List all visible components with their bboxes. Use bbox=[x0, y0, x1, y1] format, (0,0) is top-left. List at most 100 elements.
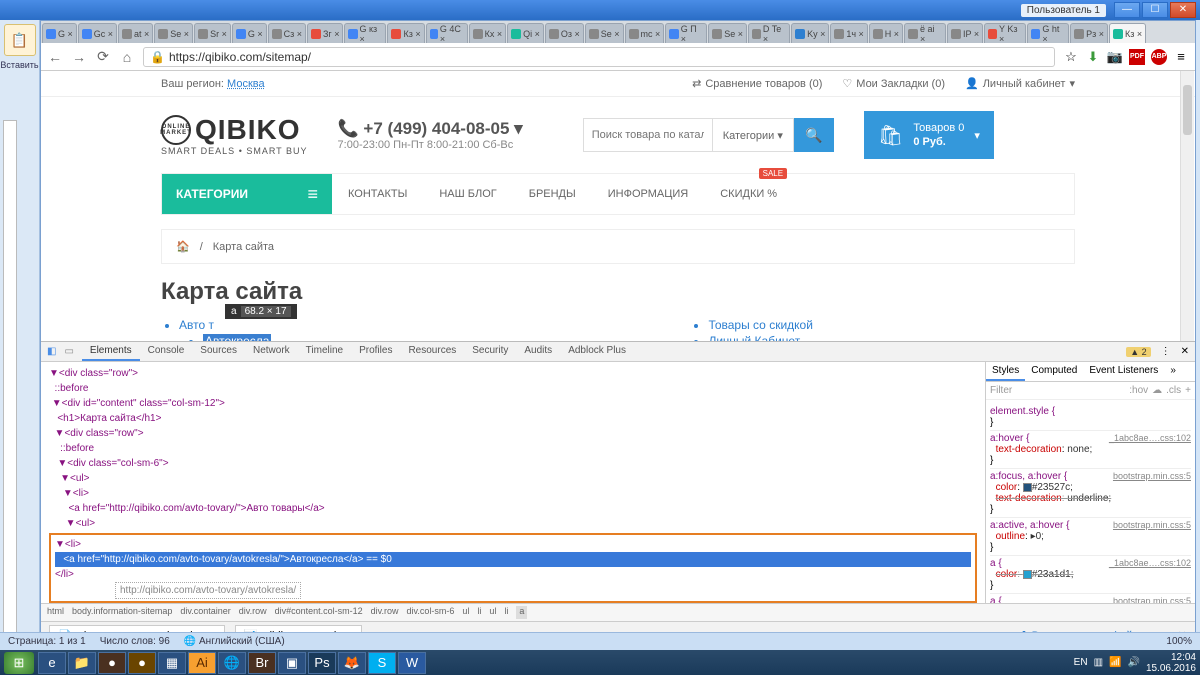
browser-tab[interactable]: Qi × bbox=[507, 23, 544, 43]
devtools-tab[interactable]: Profiles bbox=[351, 342, 400, 361]
browser-tab[interactable]: Y Kз × bbox=[984, 23, 1026, 43]
devtools-tab[interactable]: Network bbox=[245, 342, 298, 361]
styles-filter-input[interactable]: Filter bbox=[990, 385, 1012, 396]
taskbar-firefox-icon[interactable]: 🦊 bbox=[338, 652, 366, 674]
devtools-inspect-icon[interactable]: ◧ bbox=[47, 346, 56, 357]
devtools-breadcrumbs[interactable]: html body.information-sitemap div.containe… bbox=[41, 603, 1195, 621]
browser-tab[interactable]: at × bbox=[118, 23, 153, 43]
browser-tab[interactable]: G 4C × bbox=[426, 23, 468, 43]
devtools-crumb[interactable]: li bbox=[477, 606, 481, 619]
devtools-crumb[interactable]: a bbox=[516, 606, 527, 619]
bookmarks-link[interactable]: ♡ Мои Закладки (0) bbox=[842, 77, 945, 90]
browser-tab[interactable]: G ht × bbox=[1027, 23, 1069, 43]
browser-tab[interactable]: G × bbox=[232, 23, 267, 43]
browser-tab[interactable]: Ky × bbox=[791, 23, 829, 43]
browser-tab[interactable]: 1ч × bbox=[830, 23, 867, 43]
search-button[interactable]: 🔍 bbox=[794, 118, 834, 152]
site-logo[interactable]: ONLINE MARKET QIBIKO SMART DEALS • SMART… bbox=[161, 114, 308, 156]
devtools-close-icon[interactable]: ✕ bbox=[1181, 346, 1189, 357]
devtools-tab[interactable]: Console bbox=[140, 342, 193, 361]
devtools-warnings-badge[interactable]: ▲ 2 bbox=[1126, 347, 1150, 357]
browser-tab[interactable]: D Te × bbox=[748, 23, 790, 43]
taskbar-chrome-icon[interactable]: 🌐 bbox=[218, 652, 246, 674]
devtools-tab[interactable]: Timeline bbox=[298, 342, 351, 361]
nav-item[interactable]: КОНТАКТЫ bbox=[332, 174, 423, 214]
taskbar-illustrator-icon[interactable]: Ai bbox=[188, 652, 216, 674]
devtools-crumb[interactable]: div.container bbox=[180, 606, 230, 619]
devtools-crumb[interactable]: html bbox=[47, 606, 64, 619]
browser-tab[interactable]: Pз × bbox=[1070, 23, 1108, 43]
back-button[interactable]: ← bbox=[47, 49, 63, 65]
taskbar-app-icon[interactable]: ▣ bbox=[278, 652, 306, 674]
browser-tab[interactable]: Cз × bbox=[268, 23, 306, 43]
taskbar-app-icon[interactable]: ● bbox=[98, 652, 126, 674]
cls-toggle[interactable]: .cls bbox=[1166, 385, 1181, 396]
browser-tab[interactable]: Кх × bbox=[469, 23, 507, 43]
bookmark-star-icon[interactable]: ☆ bbox=[1063, 49, 1079, 65]
devtools-tab[interactable]: Security bbox=[464, 342, 516, 361]
devtools-crumb[interactable]: ul bbox=[462, 606, 469, 619]
browser-tab[interactable]: ё аi × bbox=[904, 23, 946, 43]
tray-flag-icon[interactable]: ▥ bbox=[1094, 657, 1103, 668]
tray-lang[interactable]: EN bbox=[1074, 657, 1088, 668]
devtools-device-icon[interactable]: ▭ bbox=[64, 346, 73, 357]
forward-button[interactable]: → bbox=[71, 49, 87, 65]
sitemap-link[interactable]: Товары со скидкой bbox=[708, 318, 875, 332]
search-category-dropdown[interactable]: Категории ▾ bbox=[713, 118, 794, 152]
browser-tab[interactable]: G × bbox=[42, 23, 77, 43]
start-button[interactable]: ⊞ bbox=[4, 652, 34, 674]
screenshot-ext-icon[interactable]: 📷 bbox=[1107, 49, 1123, 65]
hov-toggle[interactable]: :hov bbox=[1129, 385, 1148, 396]
nav-item[interactable]: НАШ БЛОГ bbox=[423, 174, 512, 214]
taskbar-bridge-icon[interactable]: Br bbox=[248, 652, 276, 674]
taskbar-word-icon[interactable]: W bbox=[398, 652, 426, 674]
tray-sound-icon[interactable]: 🔊 bbox=[1127, 657, 1139, 668]
devtools-crumb[interactable]: div.col-sm-6 bbox=[407, 606, 455, 619]
browser-tab[interactable]: Se × bbox=[708, 23, 747, 43]
browser-tab[interactable]: Oз × bbox=[545, 23, 584, 43]
devtools-settings-icon[interactable]: ⋮ bbox=[1161, 346, 1171, 357]
word-lang-status[interactable]: 🌐 Английский (США) bbox=[184, 636, 285, 647]
browser-tab[interactable]: G П × bbox=[665, 23, 707, 43]
browser-tab[interactable]: Sr × bbox=[194, 23, 231, 43]
browser-tab[interactable]: Кз × bbox=[1109, 23, 1146, 43]
browser-tab[interactable]: mc × bbox=[625, 23, 665, 43]
styles-tab[interactable]: Computed bbox=[1025, 362, 1083, 381]
sitemap-link[interactable]: Авто т bbox=[179, 318, 370, 332]
url-field[interactable]: 🔒 https://qibiko.com/sitemap/ bbox=[143, 47, 1055, 67]
devtools-tab[interactable]: Resources bbox=[400, 342, 464, 361]
browser-tab[interactable]: H × bbox=[869, 23, 903, 43]
home-button[interactable]: ⌂ bbox=[119, 49, 135, 65]
paste-button[interactable]: 📋 bbox=[4, 24, 36, 56]
styles-tab[interactable]: Styles bbox=[986, 362, 1025, 381]
reload-button[interactable]: ⟳ bbox=[95, 49, 111, 65]
browser-tab[interactable]: IP × bbox=[947, 23, 983, 43]
devtools-tab[interactable]: Sources bbox=[192, 342, 245, 361]
window-maximize-button[interactable]: ☐ bbox=[1142, 2, 1168, 18]
tray-network-icon[interactable]: 📶 bbox=[1109, 657, 1121, 668]
browser-tab[interactable]: Зг × bbox=[307, 23, 343, 43]
breadcrumb-home-icon[interactable]: 🏠 bbox=[176, 240, 190, 253]
nav-item[interactable]: ИНФОРМАЦИЯ bbox=[592, 174, 704, 214]
devtools-crumb[interactable]: li bbox=[504, 606, 508, 619]
word-zoom[interactable]: 100% bbox=[1166, 636, 1192, 647]
browser-tab[interactable]: Se × bbox=[585, 23, 624, 43]
cart-button[interactable]: 🛍 Товаров 0 0 Руб. ▾ bbox=[864, 111, 994, 159]
taskbar-totalcmd-icon[interactable]: ▦ bbox=[158, 652, 186, 674]
nav-item[interactable]: СКИДКИ %SALE bbox=[704, 174, 793, 214]
styles-tabs-more[interactable]: » bbox=[1164, 362, 1182, 381]
compare-link[interactable]: ⇄ Сравнение товаров (0) bbox=[692, 77, 822, 90]
devtools-tab[interactable]: Audits bbox=[516, 342, 560, 361]
tray-clock[interactable]: 12:04 15.06.2016 bbox=[1146, 652, 1196, 674]
chrome-menu-icon[interactable]: ≡ bbox=[1173, 49, 1189, 65]
taskbar-skype-icon[interactable]: S bbox=[368, 652, 396, 674]
window-minimize-button[interactable]: — bbox=[1114, 2, 1140, 18]
region-city-link[interactable]: Москва bbox=[227, 78, 265, 90]
nav-item[interactable]: БРЕНДЫ bbox=[513, 174, 592, 214]
download-ext-icon[interactable]: ⬇ bbox=[1085, 49, 1101, 65]
categories-button[interactable]: КАТЕГОРИИ bbox=[162, 174, 332, 214]
window-close-button[interactable]: ✕ bbox=[1170, 2, 1196, 18]
devtools-elements-tree[interactable]: ▼<div class="row"> ::before ▼<div id="co… bbox=[41, 362, 985, 603]
devtools-crumb[interactable]: body.information-sitemap bbox=[72, 606, 172, 619]
devtools-tab[interactable]: Adblock Plus bbox=[560, 342, 634, 361]
